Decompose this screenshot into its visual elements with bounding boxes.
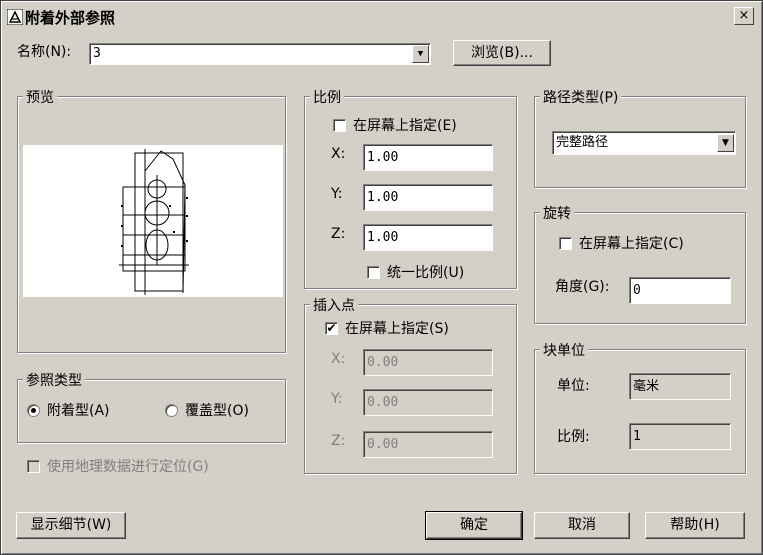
title-bar: 附着外部参照 ×	[3, 3, 760, 29]
scale-specify-label: 在屏幕上指定(E)	[353, 118, 457, 134]
scale-z-input[interactable]: 1.00	[363, 224, 493, 251]
insertion-x-input[interactable]: 0.00	[363, 349, 493, 376]
block-unit-group	[534, 349, 746, 474]
overlay-radio[interactable]	[165, 404, 178, 417]
cancel-button[interactable]: 取消	[534, 512, 630, 539]
browse-button[interactable]: 浏览(B)...	[453, 40, 551, 66]
attach-label[interactable]: 附着型(A)	[47, 400, 110, 420]
geo-checkbox[interactable]	[27, 460, 40, 473]
scale-specify-checkbox[interactable]	[333, 119, 346, 132]
path-type-dropdown-arrow-icon[interactable]: ▼	[717, 134, 734, 152]
scale-y-input[interactable]: 1.00	[363, 184, 493, 211]
attach-radio[interactable]	[27, 404, 40, 417]
angle-label: 角度(G):	[555, 279, 610, 295]
insertion-y-label: Y:	[331, 391, 343, 407]
drawing-preview-thumbnail	[119, 149, 189, 295]
scale-z-label: Z:	[331, 226, 346, 242]
window-title: 附着外部参照	[25, 9, 116, 27]
insertion-specify-label: 在屏幕上指定(S)	[345, 321, 449, 337]
block-scale-value: 1	[629, 423, 731, 450]
name-label: 名称(N):	[17, 44, 72, 60]
preview-image	[23, 145, 283, 297]
block-scale-label: 比例:	[557, 429, 590, 445]
scale-x-input[interactable]: 1.00	[363, 144, 493, 171]
geo-label: 使用地理数据进行定位(G)	[47, 459, 209, 475]
scale-x-label: X:	[331, 146, 346, 162]
rotation-specify-checkbox[interactable]	[559, 237, 572, 250]
insertion-specify-checkbox[interactable]: ✔	[325, 322, 338, 335]
insertion-x-label: X:	[331, 351, 346, 367]
ok-button[interactable]: 确定	[425, 511, 523, 540]
rotation-specify-label: 在屏幕上指定(C)	[579, 236, 684, 252]
path-type-combobox[interactable]: 完整路径 ▼	[552, 131, 736, 155]
insertion-y-input[interactable]: 0.00	[363, 389, 493, 416]
insertion-z-label: Z:	[331, 433, 346, 449]
scale-y-label: Y:	[331, 186, 343, 202]
path-type-title: 路径类型(P)	[540, 87, 622, 107]
attach-xref-dialog: 附着外部参照 × 名称(N): 3 ▼ 浏览(B)... 预览 参照类型 附着型…	[0, 0, 763, 555]
angle-input[interactable]: 0	[629, 277, 731, 304]
unit-value: 毫米	[629, 373, 731, 400]
uniform-scale-checkbox[interactable]	[367, 266, 380, 279]
overlay-label[interactable]: 覆盖型(O)	[185, 400, 249, 420]
unit-label: 单位:	[557, 378, 590, 394]
scale-title: 比例	[310, 87, 344, 107]
autocad-app-icon	[7, 9, 23, 25]
path-type-value: 完整路径	[556, 135, 609, 150]
preview-title: 预览	[23, 87, 57, 107]
name-value: 3	[93, 46, 101, 61]
name-combobox[interactable]: 3 ▼	[89, 43, 431, 65]
radio-selected-dot	[31, 408, 36, 413]
insertion-point-title: 插入点	[310, 295, 358, 315]
help-button[interactable]: 帮助(H)	[645, 512, 745, 539]
block-unit-title: 块单位	[540, 340, 588, 360]
reference-type-title: 参照类型	[23, 370, 85, 390]
insertion-z-input[interactable]: 0.00	[363, 431, 493, 458]
show-details-button[interactable]: 显示细节(W)	[16, 512, 126, 539]
name-dropdown-arrow-icon[interactable]: ▼	[412, 45, 429, 63]
close-button[interactable]: ×	[734, 7, 754, 25]
rotation-group	[534, 212, 746, 324]
uniform-scale-label: 统一比例(U)	[387, 265, 465, 281]
rotation-title: 旋转	[540, 203, 574, 223]
